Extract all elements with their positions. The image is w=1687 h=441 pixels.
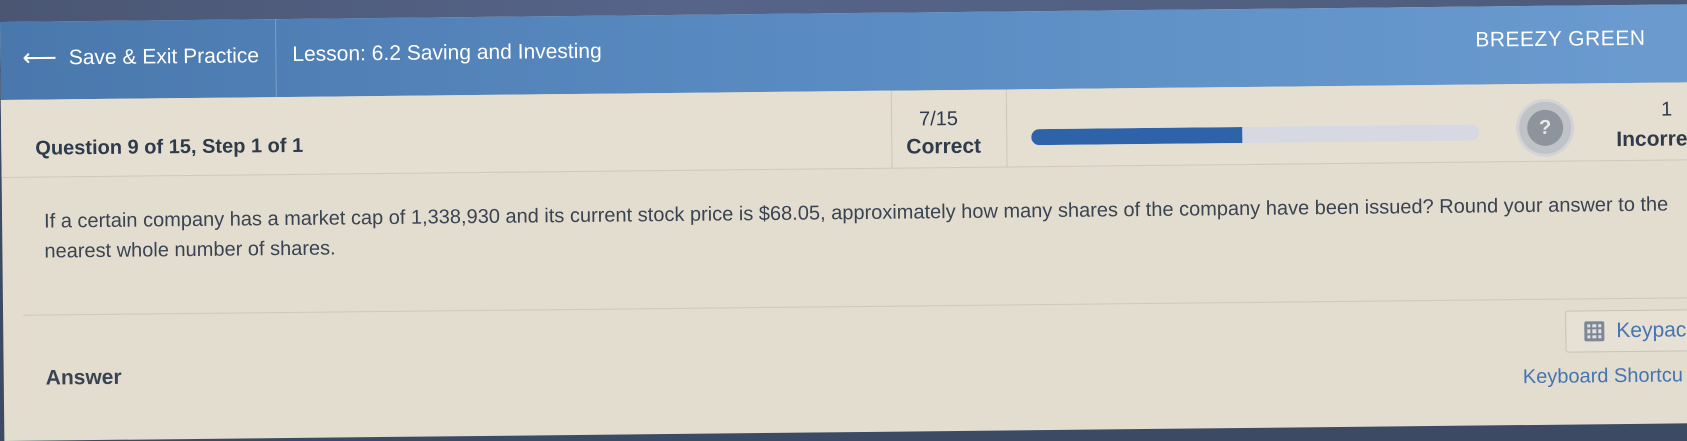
keypad-label: Keypac	[1616, 318, 1687, 343]
status-bar: Question 9 of 15, Step 1 of 1 7/15 Corre…	[0, 82, 1687, 178]
incorrect-count: 1	[1660, 98, 1673, 121]
correct-count: 7/15	[918, 107, 959, 131]
question-text: If a certain company has a market cap of…	[43, 193, 1669, 263]
content-divider	[23, 297, 1687, 316]
answer-label: Answer	[45, 365, 122, 390]
calculator-icon	[1584, 321, 1605, 342]
practice-screen: ⟵ Save & Exit Practice Lesson: 6.2 Savin…	[0, 4, 1687, 441]
keyboard-shortcuts-link[interactable]: Keyboard Shortcu	[1523, 364, 1683, 389]
lesson-title: Lesson: 6.2 Saving and Investing	[292, 39, 602, 66]
header-divider	[274, 19, 277, 98]
help-icon: ?	[1527, 109, 1564, 147]
save-exit-button[interactable]: ⟵ Save & Exit Practice	[22, 41, 259, 73]
correct-label: Correct	[906, 134, 982, 159]
question-progress-label: Question 9 of 15, Step 1 of 1	[35, 134, 304, 160]
status-divider	[890, 90, 893, 169]
left-arrow-icon: ⟵	[22, 44, 57, 72]
progress-bar	[1031, 124, 1480, 146]
save-exit-label: Save & Exit Practice	[68, 44, 260, 70]
help-button[interactable]: ?	[1515, 98, 1575, 158]
status-divider	[1005, 89, 1008, 168]
keypad-button[interactable]: Keypac	[1565, 308, 1687, 353]
progress-bar-fill	[1031, 127, 1242, 146]
user-name[interactable]: BREEZY GREEN	[1475, 27, 1645, 53]
incorrect-label: Incorre	[1616, 127, 1687, 152]
